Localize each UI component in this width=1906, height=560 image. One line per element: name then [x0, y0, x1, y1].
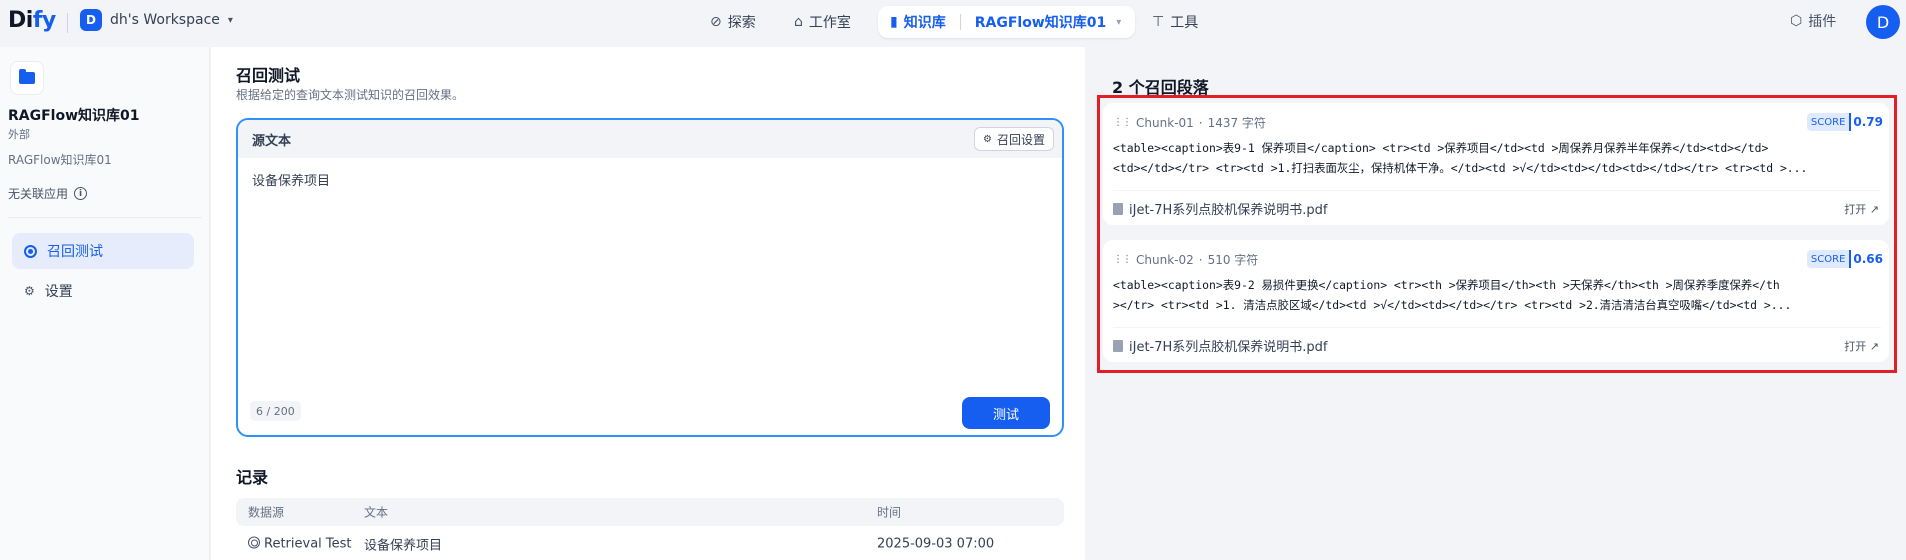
robot-icon: ⌂ [794, 14, 803, 30]
record-text: 设备保养项目 [364, 538, 443, 554]
nav-tools-label: 工具 [1170, 15, 1199, 31]
record-time: 2025-09-03 07:00 [877, 536, 995, 552]
current-kb-selector[interactable]: RAGFlow知识库01 [975, 12, 1107, 32]
kb-type: 外部 [8, 128, 30, 141]
column-header: 时间 [877, 505, 902, 520]
retrieval-test-panel: 召回测试 根据给定的查询文本测试知识的召回效果。 源文本 ⚙ 召回设置 设备保养… [211, 47, 1085, 560]
query-input[interactable]: 设备保养项目 [252, 170, 330, 189]
user-avatar[interactable]: D [1866, 5, 1900, 39]
nav-studio[interactable]: ⌂ 工作室 [782, 6, 863, 38]
plugins-button[interactable]: ⬡ 插件 [1790, 11, 1836, 31]
sliders-icon: ⚙ [983, 133, 992, 145]
book-icon: ▮ [890, 14, 898, 30]
sidebar-item-settings[interactable]: ⚙ 设置 [12, 273, 194, 309]
workspace-name: dh's Workspace [110, 12, 220, 28]
nav-knowledge-label: 知识库 [903, 15, 946, 31]
sliders-icon: ⚙ [24, 284, 35, 298]
nav-studio-label: 工作室 [808, 15, 851, 31]
retrieval-settings-button[interactable]: ⚙ 召回设置 [974, 127, 1054, 151]
nav-knowledge[interactable]: ▮ 知识库 RAGFlow知识库01 ▾ [878, 6, 1136, 38]
hammer-icon: ⊤ [1152, 14, 1165, 30]
sidebar-item-label: 召回测试 [47, 244, 103, 260]
info-icon[interactable]: i [74, 187, 88, 200]
column-header: 文本 [364, 505, 389, 520]
nav-explore[interactable]: ⊘ 探索 [698, 6, 768, 38]
linked-apps-label: 无关联应用 [8, 187, 69, 201]
divider [67, 13, 68, 33]
results-panel: 2 个召回段落 ⋮⋮ Chunk-01 · 1437 字符 SCORE 0.79… [1088, 47, 1906, 560]
highlight-frame [1097, 95, 1897, 373]
folder-icon [19, 69, 35, 84]
nav-explore-label: 探索 [727, 15, 756, 31]
kb-name: RAGFlow知识库01 [8, 108, 140, 124]
target-icon [24, 244, 37, 258]
plugins-label: 插件 [1808, 14, 1837, 30]
page-subtitle: 根据给定的查询文本测试知识的召回效果。 [236, 88, 465, 102]
query-box: 源文本 ⚙ 召回设置 设备保养项目 6 / 200 测试 [236, 118, 1064, 437]
chevron-down-icon: ▾ [1116, 16, 1122, 28]
test-button[interactable]: 测试 [962, 397, 1050, 429]
kb-description: RAGFlow知识库01 [8, 153, 112, 167]
cube-icon: ⬡ [1790, 13, 1803, 29]
records-title: 记录 [236, 468, 269, 487]
target-icon [248, 536, 260, 549]
divider [959, 14, 961, 30]
linked-apps: 无关联应用 i [8, 185, 88, 202]
record-source: Retrieval Test [248, 536, 352, 552]
workspace-switcher[interactable]: D dh's Workspace ▾ [80, 9, 233, 31]
kb-icon [10, 61, 44, 95]
chevron-down-icon: ▾ [227, 14, 233, 26]
sidebar-item-retrieval-test[interactable]: 召回测试 [12, 233, 194, 269]
divider [8, 217, 202, 218]
kb-sidebar: RAGFlow知识库01 外部 RAGFlow知识库01 无关联应用 i 召回测… [0, 47, 210, 560]
table-row[interactable]: Retrieval Test 设备保养项目 2025-09-03 07:00 [236, 528, 1064, 560]
compass-icon: ⊘ [710, 14, 722, 30]
source-text-label: 源文本 [252, 133, 292, 149]
page-title: 召回测试 [236, 66, 301, 85]
char-counter: 6 / 200 [250, 401, 301, 421]
records-table-header: 数据源 文本 时间 [236, 498, 1064, 526]
dify-logo[interactable]: Dify [8, 8, 56, 33]
column-header: 数据源 [248, 505, 285, 520]
workspace-avatar: D [80, 9, 102, 31]
sidebar-item-label: 设置 [44, 284, 73, 300]
nav-tools[interactable]: ⊤ 工具 [1140, 6, 1210, 38]
top-navigation-bar: Dify D dh's Workspace ▾ ⊘ 探索 ⌂ 工作室 ▮ 知识库… [0, 0, 1906, 47]
retrieval-settings-label: 召回设置 [996, 132, 1045, 147]
query-box-header: 源文本 ⚙ 召回设置 [238, 120, 1062, 158]
